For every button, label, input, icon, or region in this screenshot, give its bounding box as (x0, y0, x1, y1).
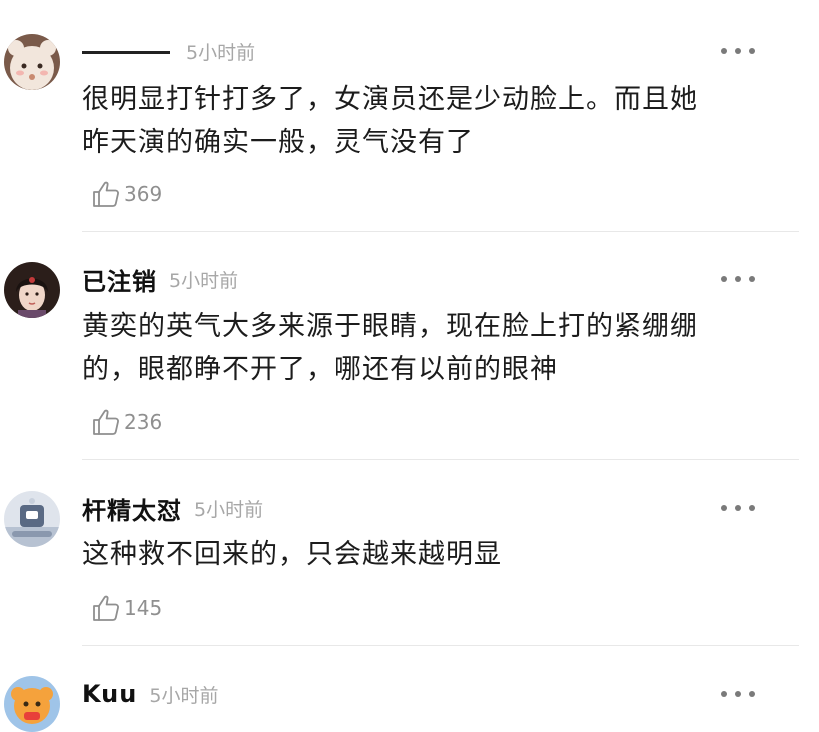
like-button[interactable]: 369 (90, 176, 162, 212)
divider (82, 231, 799, 232)
comment-text-line: 的，眼都睁不开了，哪还有以前的眼神 (82, 354, 558, 385)
comment-text-line: 昨天演的确实一般，灵气没有了 (82, 127, 474, 158)
more-options-button[interactable] (721, 41, 755, 61)
timestamp: 5小时前 (194, 498, 264, 521)
divider (82, 645, 799, 646)
username[interactable]: 杆精太怼 (82, 491, 182, 526)
more-dots-icon (721, 691, 727, 697)
like-count: 369 (124, 182, 163, 206)
comment-text: 这种救不回来的，只会越来越明显 (82, 533, 772, 576)
comment-text-line: 这种救不回来的，只会越来越明显 (82, 539, 502, 570)
timestamp: 5小时前 (186, 41, 256, 64)
like-button[interactable]: 145 (90, 590, 162, 626)
comment-header: Kuu 5小时前 (82, 674, 218, 714)
more-options-button[interactable] (721, 498, 755, 518)
comment-text-line: 很明显打针打多了，女演员还是少动脸上。而且她 (82, 84, 698, 115)
thumbs-up-icon (93, 181, 119, 207)
more-options-button[interactable] (721, 684, 755, 704)
divider (82, 459, 799, 460)
more-dots-icon (721, 505, 727, 511)
comment-text-line: 黄奕的英气大多来源于眼睛，现在脸上打的紧绷绷 (82, 311, 698, 342)
username[interactable]: Kuu (82, 680, 137, 708)
comment-text: 黄奕的英气大多来源于眼睛，现在脸上打的紧绷绷 的，眼都睁不开了，哪还有以前的眼神 (82, 305, 772, 391)
timestamp: 5小时前 (169, 269, 239, 292)
avatar[interactable] (4, 262, 60, 318)
comment-header: 杆精太怼 5小时前 (82, 488, 263, 528)
comment-header: 已注销 5小时前 (82, 259, 238, 299)
more-options-button[interactable] (721, 269, 755, 289)
comment-text: 很明显打针打多了，女演员还是少动脸上。而且她 昨天演的确实一般，灵气没有了 (82, 78, 772, 164)
avatar[interactable] (4, 676, 60, 732)
more-dots-icon (721, 48, 727, 54)
avatar[interactable] (4, 34, 60, 90)
avatar[interactable] (4, 491, 60, 547)
username-placeholder[interactable] (82, 50, 170, 54)
more-dots-icon (721, 276, 727, 282)
like-button[interactable]: 236 (90, 404, 162, 440)
like-count: 236 (124, 410, 163, 434)
thumbs-up-icon (93, 595, 119, 621)
username[interactable]: 已注销 (82, 262, 157, 297)
thumbs-up-icon (93, 409, 119, 435)
like-count: 145 (124, 596, 163, 620)
timestamp: 5小时前 (149, 684, 219, 707)
comment-header: 5小时前 (82, 31, 255, 71)
